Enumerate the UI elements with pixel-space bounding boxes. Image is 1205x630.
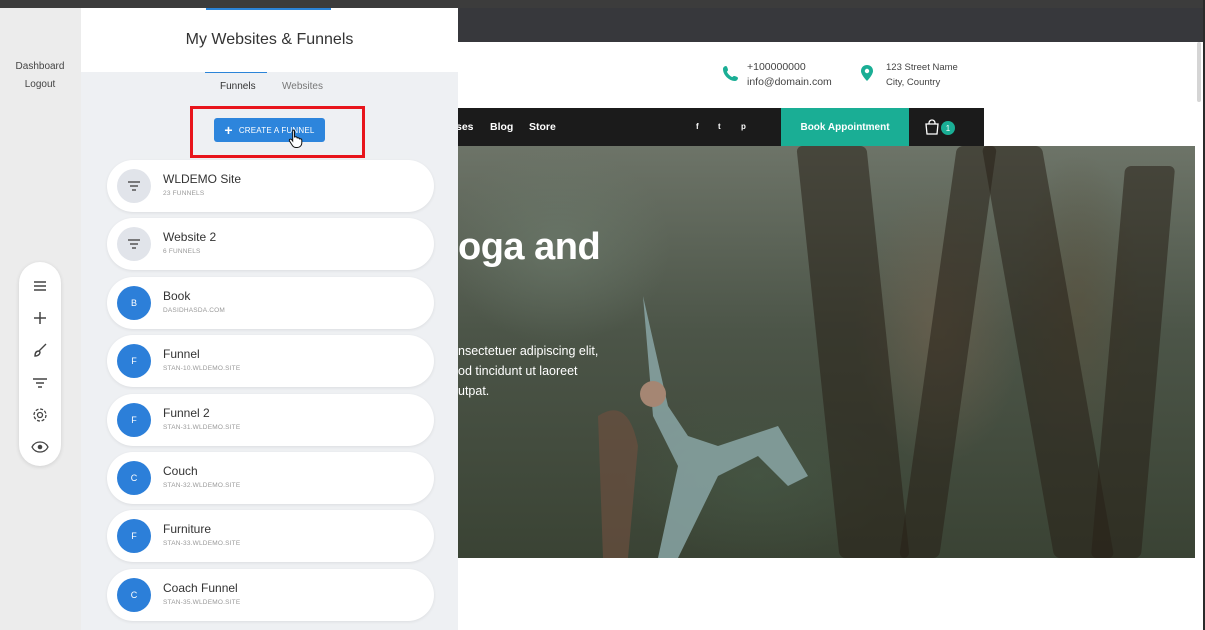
book-appointment-button[interactable]: Book Appointment bbox=[781, 108, 909, 146]
filter-icon bbox=[117, 169, 151, 203]
hero-section: oga and nsectetuer adipiscing elit, od t… bbox=[458, 146, 1195, 558]
location-pin-icon bbox=[861, 65, 873, 81]
editor-top-bar bbox=[458, 8, 1203, 42]
list-item[interactable]: Website 2 6 FUNNELS bbox=[107, 218, 434, 271]
website-preview: +100000000 info@domain.com 123 Street Na… bbox=[458, 42, 1203, 630]
address-line-2: City, Country bbox=[886, 77, 941, 88]
tree-trunk bbox=[899, 146, 997, 558]
list-item[interactable]: C Couch STAN-32.WLDEMO.SITE bbox=[107, 451, 434, 504]
top-strip bbox=[0, 0, 1205, 8]
item-subtitle: DASIDHASDA.COM bbox=[163, 306, 226, 314]
item-name: WLDEMO Site bbox=[163, 172, 242, 186]
list-item[interactable]: C Coach Funnel STAN-35.WLDEMO.SITE bbox=[107, 568, 434, 621]
pinterest-icon[interactable]: p bbox=[741, 122, 746, 131]
hero-text-line-1: nsectetuer adipiscing elit, bbox=[458, 344, 599, 358]
contact-address: 123 Street Name City, Country bbox=[886, 60, 958, 90]
tree-trunk bbox=[1090, 166, 1176, 558]
item-subtitle: STAN-31.WLDEMO.SITE bbox=[163, 423, 241, 431]
hand-cursor-icon bbox=[288, 129, 303, 148]
avatar: F bbox=[117, 519, 151, 554]
item-subtitle: STAN-35.WLDEMO.SITE bbox=[163, 598, 241, 606]
item-name: Website 2 bbox=[163, 230, 217, 245]
list-item[interactable]: F Funnel STAN-10.WLDEMO.SITE bbox=[107, 335, 434, 388]
dashboard-link[interactable]: Dashboard bbox=[0, 58, 80, 76]
brush-icon[interactable] bbox=[26, 337, 54, 364]
filter-icon[interactable] bbox=[26, 369, 54, 396]
cart-icon[interactable] bbox=[924, 119, 940, 135]
tool-rail bbox=[19, 262, 61, 466]
avatar: C bbox=[117, 577, 151, 612]
phone-icon bbox=[723, 66, 738, 81]
item-subtitle: 23 FUNNELS bbox=[163, 190, 205, 197]
logout-link[interactable]: Logout bbox=[0, 76, 80, 94]
hero-title: oga and bbox=[458, 226, 601, 268]
item-subtitle: STAN-33.WLDEMO.SITE bbox=[163, 540, 241, 548]
panel-tabs: Funnels Websites bbox=[81, 72, 458, 102]
tab-funnels[interactable]: Funnels bbox=[220, 81, 256, 92]
create-funnel-button[interactable]: + CREATE A FUNNEL bbox=[214, 118, 325, 142]
header-accent-line bbox=[206, 8, 331, 10]
list-item[interactable]: B Book DASIDHASDA.COM bbox=[107, 276, 434, 329]
funnel-list: WLDEMO Site 23 FUNNELS Website 2 6 FUNNE… bbox=[107, 160, 434, 627]
facebook-icon[interactable]: f bbox=[696, 122, 699, 131]
cart-count-badge: 1 bbox=[941, 121, 955, 135]
hero-text-line-2: od tincidunt ut laoreet bbox=[458, 364, 578, 378]
menu-icon[interactable] bbox=[26, 272, 54, 299]
site-below-hero bbox=[458, 558, 1203, 630]
avatar: F bbox=[117, 344, 151, 379]
websites-funnels-panel: My Websites & Funnels Funnels Websites W… bbox=[81, 8, 458, 630]
contact-phone: +100000000 info@domain.com bbox=[747, 60, 832, 90]
gear-icon[interactable] bbox=[26, 401, 54, 428]
active-tab-indicator bbox=[205, 72, 267, 73]
item-subtitle: STAN-10.WLDEMO.SITE bbox=[163, 365, 241, 373]
left-nav: Dashboard Logout bbox=[0, 58, 80, 94]
site-header: +100000000 info@domain.com 123 Street Na… bbox=[458, 42, 1203, 108]
item-name: Book bbox=[163, 288, 191, 303]
tab-websites[interactable]: Websites bbox=[282, 81, 323, 92]
list-item[interactable]: F Furniture STAN-33.WLDEMO.SITE bbox=[107, 510, 434, 563]
hero-text-line-3: utpat. bbox=[458, 384, 490, 398]
phone-number: +100000000 bbox=[747, 61, 806, 73]
nav-link-blog[interactable]: Blog bbox=[490, 121, 513, 133]
filter-icon bbox=[117, 227, 151, 262]
list-item[interactable]: WLDEMO Site 23 FUNNELS bbox=[107, 160, 434, 212]
tree-trunk bbox=[981, 146, 1115, 558]
item-name: Couch bbox=[163, 463, 198, 478]
item-name: Funnel bbox=[163, 347, 200, 362]
plus-icon[interactable] bbox=[26, 304, 54, 331]
item-name: Furniture bbox=[163, 522, 212, 537]
list-item[interactable]: F Funnel 2 STAN-31.WLDEMO.SITE bbox=[107, 393, 434, 446]
avatar: C bbox=[117, 460, 151, 495]
eye-icon[interactable] bbox=[26, 434, 54, 461]
panel-header: My Websites & Funnels bbox=[81, 8, 458, 72]
item-subtitle: 6 FUNNELS bbox=[163, 248, 201, 256]
avatar: F bbox=[117, 402, 151, 437]
item-subtitle: STAN-32.WLDEMO.SITE bbox=[163, 481, 241, 489]
email-address: info@domain.com bbox=[747, 76, 832, 88]
hero-text: nsectetuer adipiscing elit, od tincidunt… bbox=[458, 341, 658, 401]
avatar: B bbox=[117, 285, 151, 320]
plus-icon: + bbox=[224, 122, 233, 138]
address-line-1: 123 Street Name bbox=[886, 62, 958, 73]
nav-link-partial[interactable]: ses bbox=[458, 121, 474, 133]
item-name: Coach Funnel bbox=[163, 580, 238, 595]
panel-title: My Websites & Funnels bbox=[185, 31, 354, 48]
site-navbar: ses Blog Store f t p Book Appointment 1 bbox=[458, 108, 984, 146]
twitter-icon[interactable]: t bbox=[718, 122, 721, 131]
nav-link-store[interactable]: Store bbox=[529, 121, 556, 133]
yoga-figure-image bbox=[598, 296, 808, 558]
item-name: Funnel 2 bbox=[163, 405, 210, 420]
scrollbar[interactable] bbox=[1197, 42, 1201, 102]
